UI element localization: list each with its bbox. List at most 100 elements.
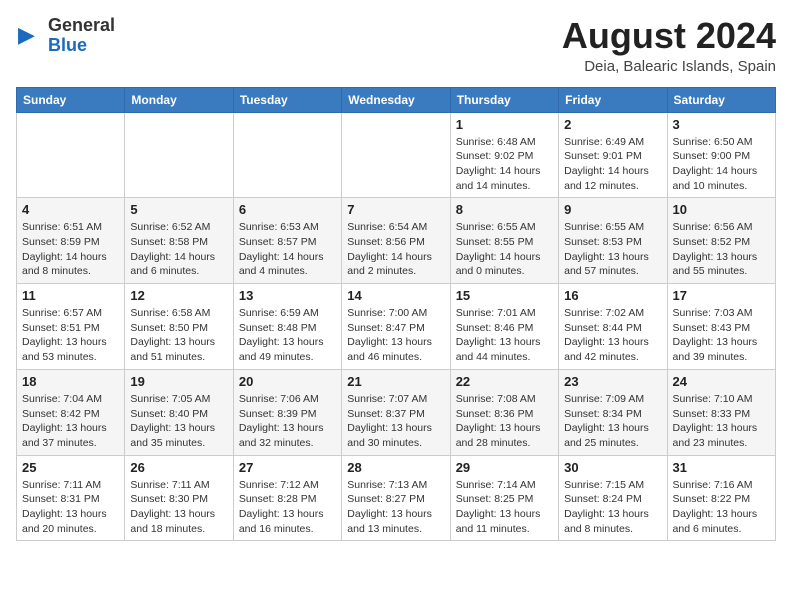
calendar-table: SundayMondayTuesdayWednesdayThursdayFrid… <box>16 87 776 542</box>
day-info: Sunrise: 6:49 AM Sunset: 9:01 PM Dayligh… <box>564 135 661 194</box>
day-info: Sunrise: 7:11 AM Sunset: 8:30 PM Dayligh… <box>130 478 227 537</box>
calendar-cell: 7Sunrise: 6:54 AM Sunset: 8:56 PM Daylig… <box>342 198 450 284</box>
day-number: 27 <box>239 460 336 475</box>
calendar-cell: 30 Sunrise: 7:15 AM Sunset: 8:24 PM Dayli… <box>559 455 667 541</box>
day-number: 11 <box>22 288 119 303</box>
calendar-cell <box>125 112 233 198</box>
day-number: 18 <box>22 374 119 389</box>
calendar-week-row: 1 Sunrise: 6:48 AM Sunset: 9:02 PM Daylig… <box>17 112 776 198</box>
calendar-cell: 29Sunrise: 7:14 AM Sunset: 8:25 PM Dayli… <box>450 455 558 541</box>
calendar-cell: 24 Sunrise: 7:10 AM Sunset: 8:33 PM Dayli… <box>667 369 775 455</box>
day-info: Sunrise: 7:02 AM Sunset: 8:44 PM Dayligh… <box>564 306 661 365</box>
day-number: 24 <box>673 374 770 389</box>
calendar-cell: 22 Sunrise: 7:08 AM Sunset: 8:36 PM Dayli… <box>450 369 558 455</box>
weekday-header-monday: Monday <box>125 87 233 112</box>
day-number: 1 <box>456 117 553 132</box>
calendar-cell: 17 Sunrise: 7:03 AM Sunset: 8:43 PM Dayli… <box>667 284 775 370</box>
day-info: Sunrise: 7:00 AM Sunset: 8:47 PM Dayligh… <box>347 306 444 365</box>
day-number: 2 <box>564 117 661 132</box>
calendar-cell: 27 Sunrise: 7:12 AM Sunset: 8:28 PM Dayli… <box>233 455 341 541</box>
weekday-header-thursday: Thursday <box>450 87 558 112</box>
calendar-cell: 1 Sunrise: 6:48 AM Sunset: 9:02 PM Daylig… <box>450 112 558 198</box>
day-number: 3 <box>673 117 770 132</box>
calendar-cell: 26 Sunrise: 7:11 AM Sunset: 8:30 PM Dayli… <box>125 455 233 541</box>
day-number: 17 <box>673 288 770 303</box>
day-info: Sunrise: 6:50 AM Sunset: 9:00 PM Dayligh… <box>673 135 770 194</box>
logo-general-text: General <box>48 16 115 36</box>
weekday-header-saturday: Saturday <box>667 87 775 112</box>
day-info: Sunrise: 7:12 AM Sunset: 8:28 PM Dayligh… <box>239 478 336 537</box>
day-info: Sunrise: 7:04 AM Sunset: 8:42 PM Dayligh… <box>22 392 119 451</box>
calendar-cell: 5Sunrise: 6:52 AM Sunset: 8:58 PM Daylig… <box>125 198 233 284</box>
logo-blue-text: Blue <box>48 36 115 56</box>
day-info: Sunrise: 6:57 AM Sunset: 8:51 PM Dayligh… <box>22 306 119 365</box>
day-info: Sunrise: 7:13 AM Sunset: 8:27 PM Dayligh… <box>347 478 444 537</box>
title-block: August 2024 Deia, Balearic Islands, Spai… <box>562 16 776 75</box>
day-info: Sunrise: 6:56 AM Sunset: 8:52 PM Dayligh… <box>673 220 770 279</box>
calendar-cell: 21 Sunrise: 7:07 AM Sunset: 8:37 PM Dayli… <box>342 369 450 455</box>
weekday-header-wednesday: Wednesday <box>342 87 450 112</box>
calendar-cell: 15Sunrise: 7:01 AM Sunset: 8:46 PM Dayli… <box>450 284 558 370</box>
day-info: Sunrise: 6:55 AM Sunset: 8:53 PM Dayligh… <box>564 220 661 279</box>
location-subtitle: Deia, Balearic Islands, Spain <box>562 58 776 75</box>
day-info: Sunrise: 7:15 AM Sunset: 8:24 PM Dayligh… <box>564 478 661 537</box>
calendar-cell: 28 Sunrise: 7:13 AM Sunset: 8:27 PM Dayli… <box>342 455 450 541</box>
day-number: 20 <box>239 374 336 389</box>
weekday-header-friday: Friday <box>559 87 667 112</box>
day-number: 12 <box>130 288 227 303</box>
calendar-week-row: 25Sunrise: 7:11 AM Sunset: 8:31 PM Dayli… <box>17 455 776 541</box>
weekday-header-row: SundayMondayTuesdayWednesdayThursdayFrid… <box>17 87 776 112</box>
calendar-cell: 11 Sunrise: 6:57 AM Sunset: 8:51 PM Dayli… <box>17 284 125 370</box>
calendar-cell: 19 Sunrise: 7:05 AM Sunset: 8:40 PM Dayli… <box>125 369 233 455</box>
calendar-cell: 2 Sunrise: 6:49 AM Sunset: 9:01 PM Daylig… <box>559 112 667 198</box>
day-number: 22 <box>456 374 553 389</box>
day-number: 21 <box>347 374 444 389</box>
day-info: Sunrise: 6:58 AM Sunset: 8:50 PM Dayligh… <box>130 306 227 365</box>
calendar-cell <box>17 112 125 198</box>
calendar-cell: 8 Sunrise: 6:55 AM Sunset: 8:55 PM Daylig… <box>450 198 558 284</box>
day-number: 26 <box>130 460 227 475</box>
month-year-title: August 2024 <box>562 16 776 56</box>
day-info: Sunrise: 6:53 AM Sunset: 8:57 PM Dayligh… <box>239 220 336 279</box>
calendar-cell: 20 Sunrise: 7:06 AM Sunset: 8:39 PM Dayli… <box>233 369 341 455</box>
day-info: Sunrise: 6:59 AM Sunset: 8:48 PM Dayligh… <box>239 306 336 365</box>
day-number: 31 <box>673 460 770 475</box>
day-info: Sunrise: 6:51 AM Sunset: 8:59 PM Dayligh… <box>22 220 119 279</box>
day-number: 13 <box>239 288 336 303</box>
calendar-cell: 25Sunrise: 7:11 AM Sunset: 8:31 PM Dayli… <box>17 455 125 541</box>
day-info: Sunrise: 7:03 AM Sunset: 8:43 PM Dayligh… <box>673 306 770 365</box>
calendar-week-row: 18 Sunrise: 7:04 AM Sunset: 8:42 PM Dayli… <box>17 369 776 455</box>
calendar-cell: 18 Sunrise: 7:04 AM Sunset: 8:42 PM Dayli… <box>17 369 125 455</box>
logo: ▶ General Blue <box>16 16 115 56</box>
day-number: 23 <box>564 374 661 389</box>
day-info: Sunrise: 6:54 AM Sunset: 8:56 PM Dayligh… <box>347 220 444 279</box>
day-info: Sunrise: 6:55 AM Sunset: 8:55 PM Dayligh… <box>456 220 553 279</box>
calendar-cell: 3 Sunrise: 6:50 AM Sunset: 9:00 PM Daylig… <box>667 112 775 198</box>
day-number: 6 <box>239 202 336 217</box>
weekday-header-sunday: Sunday <box>17 87 125 112</box>
day-info: Sunrise: 7:06 AM Sunset: 8:39 PM Dayligh… <box>239 392 336 451</box>
calendar-week-row: 11 Sunrise: 6:57 AM Sunset: 8:51 PM Dayli… <box>17 284 776 370</box>
day-number: 10 <box>673 202 770 217</box>
calendar-cell: 31 Sunrise: 7:16 AM Sunset: 8:22 PM Dayli… <box>667 455 775 541</box>
day-info: Sunrise: 7:08 AM Sunset: 8:36 PM Dayligh… <box>456 392 553 451</box>
page-header: ▶ General Blue August 2024 Deia, Baleari… <box>16 16 776 75</box>
day-info: Sunrise: 7:05 AM Sunset: 8:40 PM Dayligh… <box>130 392 227 451</box>
day-number: 16 <box>564 288 661 303</box>
day-info: Sunrise: 7:10 AM Sunset: 8:33 PM Dayligh… <box>673 392 770 451</box>
day-info: Sunrise: 7:14 AM Sunset: 8:25 PM Dayligh… <box>456 478 553 537</box>
day-info: Sunrise: 6:48 AM Sunset: 9:02 PM Dayligh… <box>456 135 553 194</box>
day-info: Sunrise: 7:16 AM Sunset: 8:22 PM Dayligh… <box>673 478 770 537</box>
day-info: Sunrise: 6:52 AM Sunset: 8:58 PM Dayligh… <box>130 220 227 279</box>
calendar-cell: 4Sunrise: 6:51 AM Sunset: 8:59 PM Daylig… <box>17 198 125 284</box>
day-number: 14 <box>347 288 444 303</box>
calendar-cell: 9Sunrise: 6:55 AM Sunset: 8:53 PM Daylig… <box>559 198 667 284</box>
day-number: 30 <box>564 460 661 475</box>
day-number: 28 <box>347 460 444 475</box>
calendar-cell <box>233 112 341 198</box>
day-number: 8 <box>456 202 553 217</box>
calendar-cell <box>342 112 450 198</box>
day-number: 19 <box>130 374 227 389</box>
day-info: Sunrise: 7:07 AM Sunset: 8:37 PM Dayligh… <box>347 392 444 451</box>
weekday-header-tuesday: Tuesday <box>233 87 341 112</box>
